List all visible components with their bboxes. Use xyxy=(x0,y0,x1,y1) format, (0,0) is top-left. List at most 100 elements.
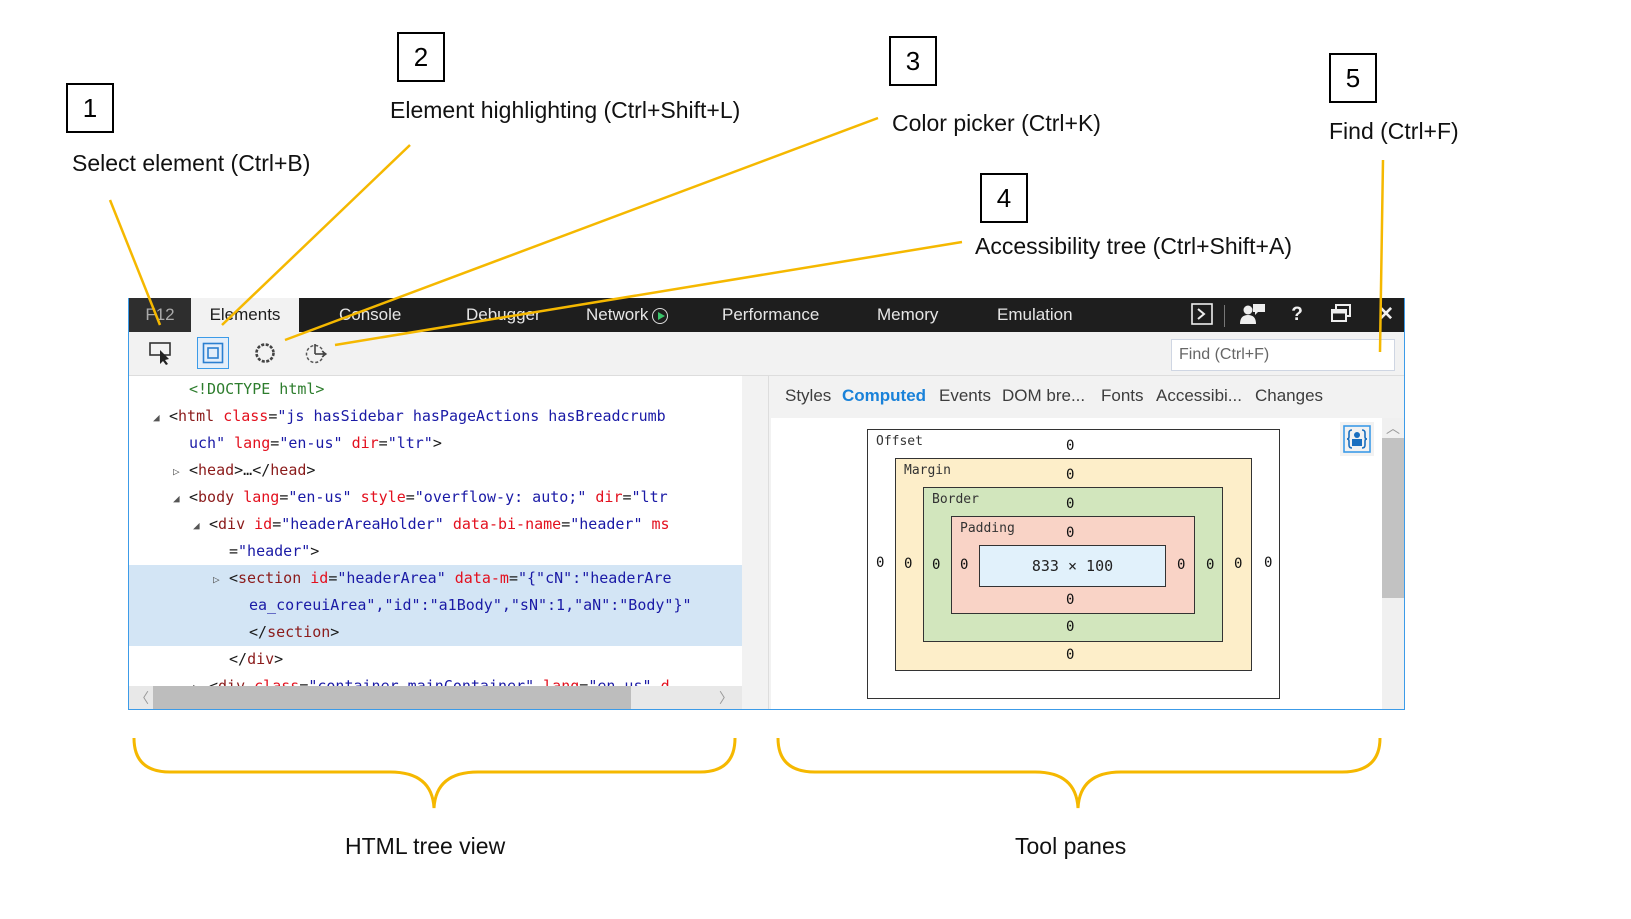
tab-elements[interactable]: Elements xyxy=(191,298,299,332)
tab-console[interactable]: Console xyxy=(339,298,401,332)
tree-node-line[interactable]: ◢ <html class="js hasSidebar hasPageActio… xyxy=(129,403,742,430)
punctuation: < xyxy=(189,461,199,479)
select-element-button[interactable] xyxy=(145,337,177,369)
tree-node-line[interactable]: uch" lang="en-us" dir="ltr"> xyxy=(129,430,742,457)
padding-right-value[interactable]: 0 xyxy=(1177,557,1185,573)
console-icon[interactable] xyxy=(1190,303,1214,327)
attribute-name: lang xyxy=(234,434,271,452)
pane-tab-fonts[interactable]: Fonts xyxy=(1101,386,1144,406)
undock-icon[interactable] xyxy=(1329,303,1353,327)
pane-tab-styles[interactable]: Styles xyxy=(785,386,831,406)
padding-bottom-value[interactable]: 0 xyxy=(1066,592,1074,608)
punctuation: < xyxy=(229,569,239,587)
scroll-left-arrow[interactable]: 〈 xyxy=(135,688,149,708)
tree-node-line[interactable]: ◢ <div id="headerAreaHolder" data-bi-name… xyxy=(129,511,742,538)
accessibility-properties-button[interactable] xyxy=(1340,422,1374,456)
tree-node-line[interactable]: ="header"> xyxy=(129,538,742,565)
tree-node-line[interactable]: ▷ <head>…</head> xyxy=(129,457,742,484)
callout-label-color-picker: Color picker (Ctrl+K) xyxy=(892,110,1101,136)
tree-horizontal-scroll-thumb[interactable] xyxy=(153,686,631,709)
attribute-name: data-bi-name xyxy=(452,515,562,533)
tree-node-line[interactable]: ea_coreuiArea","id":"a1Body","sN":1,"aN"… xyxy=(129,592,742,619)
margin-top-value[interactable]: 0 xyxy=(1066,467,1074,483)
color-picker-button[interactable] xyxy=(249,337,281,369)
tree-node-line[interactable]: ▷ <section id="headerArea" data-m="{"cN":… xyxy=(129,565,742,592)
pane-tab-accessibility[interactable]: Accessibi... xyxy=(1156,386,1242,406)
pane-tab-computed[interactable]: Computed xyxy=(842,386,926,406)
collapsed-twisty-icon[interactable]: ▷ xyxy=(173,458,189,485)
attribute-value: "header" xyxy=(570,515,643,533)
collapsed-twisty-icon[interactable]: ▷ xyxy=(213,566,229,593)
attribute-value: "headerAreaHolder" xyxy=(281,515,444,533)
expanded-twisty-icon[interactable]: ◢ xyxy=(193,512,209,539)
padding-left-value[interactable]: 0 xyxy=(960,557,968,573)
punctuation xyxy=(245,515,254,533)
tab-f12[interactable]: F12 xyxy=(129,298,191,332)
bracket-html-tree-view xyxy=(132,737,737,809)
attribute-name: data-m xyxy=(454,569,509,587)
close-icon[interactable]: ✕ xyxy=(1375,303,1397,327)
feedback-icon[interactable] xyxy=(1239,303,1267,327)
margin-label: Margin xyxy=(904,463,951,478)
tree-node-line[interactable]: <!DOCTYPE html> xyxy=(129,376,742,403)
punctuation: > xyxy=(306,461,316,479)
callout-number-2: 2 xyxy=(397,32,445,82)
offset-right-value[interactable]: 0 xyxy=(1264,555,1272,571)
bracket-tool-panes xyxy=(776,737,1382,809)
pane-vertical-scroll-thumb[interactable] xyxy=(1382,438,1404,598)
box-model-content[interactable]: 833 × 100 xyxy=(979,545,1166,587)
margin-left-value[interactable]: 0 xyxy=(904,556,912,572)
attribute-value: "ltr" xyxy=(387,434,433,452)
punctuation: = xyxy=(272,515,282,533)
pane-tab-changes[interactable]: Changes xyxy=(1255,386,1323,406)
callout-label-select-element: Select element (Ctrl+B) xyxy=(72,150,311,176)
bracket-label-tool-panes: Tool panes xyxy=(1015,833,1127,859)
tree-node-line[interactable]: ▷<div class="container mainContainer" la… xyxy=(129,673,742,686)
pane-tab-events[interactable]: Events xyxy=(939,386,991,406)
help-icon[interactable]: ? xyxy=(1287,303,1307,327)
expanded-twisty-icon[interactable]: ◢ xyxy=(173,485,189,512)
tree-node-line[interactable]: </div> xyxy=(129,646,742,673)
devtools-tab-bar: F12 Elements Console Debugger Network Pe… xyxy=(129,298,1404,332)
offset-left-value[interactable]: 0 xyxy=(876,555,884,571)
tree-node-line[interactable]: </section> xyxy=(129,619,742,646)
tree-node-line[interactable]: ◢ <body lang="en-us" style="overflow-y: a… xyxy=(129,484,742,511)
punctuation xyxy=(214,407,223,425)
pane-vertical-scrollbar[interactable]: ︿ xyxy=(1382,418,1404,709)
tree-horizontal-scrollbar[interactable]: 〈 〉 xyxy=(129,686,742,709)
punctuation xyxy=(643,515,652,533)
tab-network[interactable]: Network xyxy=(586,298,669,332)
attribute-value: ea_coreuiArea","id":"a1Body","sN":1,"aN"… xyxy=(249,596,692,614)
collapsed-twisty-icon[interactable]: ▷ xyxy=(193,674,209,686)
border-right-value[interactable]: 0 xyxy=(1206,557,1214,573)
box-model-offset: Offset 0 0 0 0 Margin 0 0 0 0 Border 0 0… xyxy=(867,429,1280,699)
border-bottom-value[interactable]: 0 xyxy=(1066,619,1074,635)
attribute-value: "ltr xyxy=(631,488,668,506)
punctuation: = xyxy=(405,488,415,506)
attribute-name: class xyxy=(223,407,269,425)
element-highlighting-button[interactable] xyxy=(197,337,229,369)
offset-top-value[interactable]: 0 xyxy=(1066,438,1074,454)
border-top-value[interactable]: 0 xyxy=(1066,496,1074,512)
padding-top-value[interactable]: 0 xyxy=(1066,525,1074,541)
punctuation: < xyxy=(209,515,219,533)
pane-scroll-up-arrow[interactable]: ︿ xyxy=(1382,418,1404,438)
punctuation: < xyxy=(169,407,179,425)
attribute-name: dir xyxy=(595,488,623,506)
accessibility-properties-icon xyxy=(1343,425,1371,453)
tab-debugger[interactable]: Debugger xyxy=(466,298,541,332)
margin-right-value[interactable]: 0 xyxy=(1234,556,1242,572)
margin-bottom-value[interactable]: 0 xyxy=(1066,647,1074,663)
punctuation xyxy=(444,515,453,533)
border-left-value[interactable]: 0 xyxy=(932,557,940,573)
accessibility-tree-button[interactable] xyxy=(300,337,332,369)
expanded-twisty-icon[interactable]: ◢ xyxy=(153,404,169,431)
tab-memory[interactable]: Memory xyxy=(877,298,938,332)
tab-performance[interactable]: Performance xyxy=(722,298,819,332)
attribute-name: lang xyxy=(543,677,580,686)
tab-emulation[interactable]: Emulation xyxy=(997,298,1073,332)
scroll-right-arrow[interactable]: 〉 xyxy=(719,688,733,708)
punctuation xyxy=(652,677,661,686)
pane-tab-dom-breakpoints[interactable]: DOM bre... xyxy=(1002,386,1085,406)
find-input[interactable] xyxy=(1171,339,1395,371)
